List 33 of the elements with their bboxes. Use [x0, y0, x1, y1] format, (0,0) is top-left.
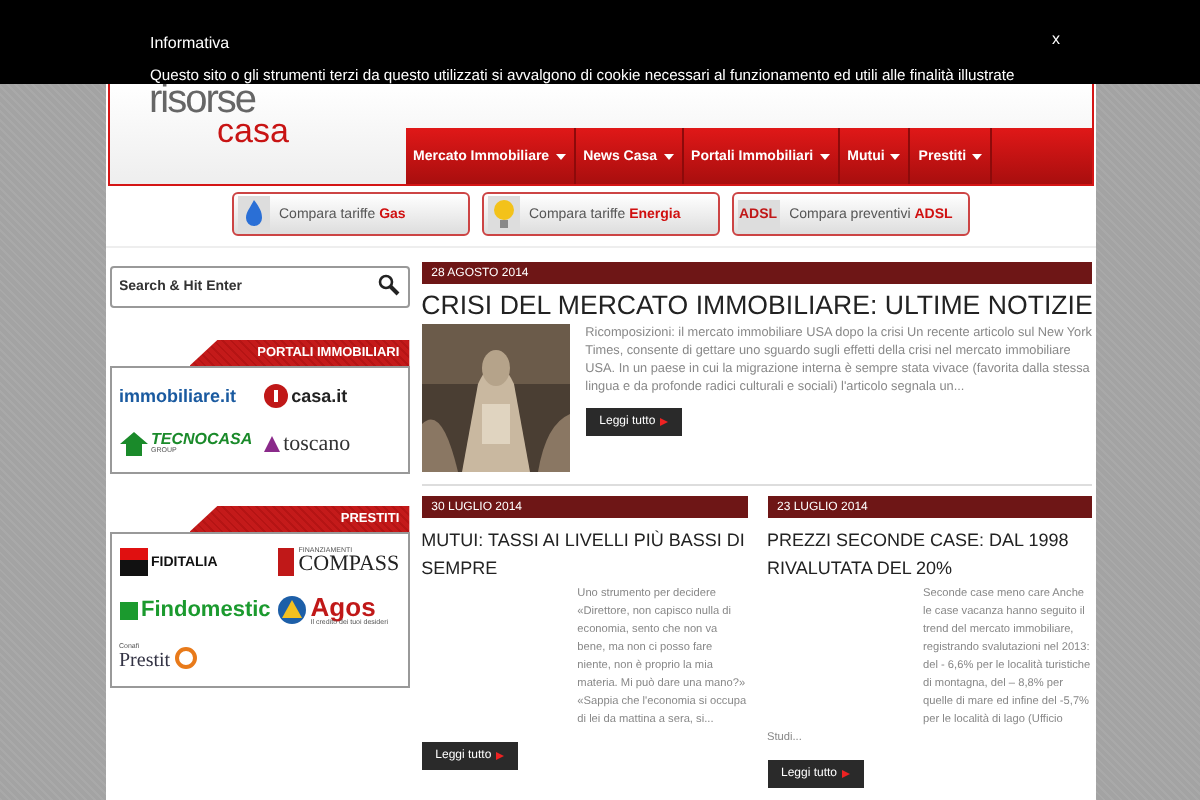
arrow-icon — [659, 418, 668, 426]
article-title[interactable]: MUTUI: TASSI AI LIVELLI PIÙ BASSI DI SEMPRE — [421, 526, 747, 582]
house-icon — [119, 432, 147, 456]
caret-icon — [555, 153, 566, 159]
brand-logo[interactable]: casa.it — [291, 387, 348, 405]
caret-icon — [663, 153, 674, 159]
logo-text[interactable]: casa — [217, 118, 405, 147]
triangle-icon — [278, 596, 307, 624]
lightbulb-icon — [487, 196, 519, 232]
brand-logo[interactable]: Prestit — [119, 651, 171, 672]
article-title[interactable]: PREZZI SECONDE CASE: DAL 1998 RIVALUTATA DEL 20% — [767, 526, 1093, 582]
banner-title: Informativa — [150, 34, 232, 52]
pin-icon — [263, 384, 288, 408]
ring-icon — [174, 646, 199, 670]
brand-logo[interactable]: Agos — [310, 593, 389, 620]
caret-icon — [819, 153, 830, 159]
search-icon — [377, 274, 400, 296]
brand-logo[interactable]: Findomestic — [141, 599, 271, 621]
close-button[interactable]: x — [1052, 30, 1060, 48]
brand-logo[interactable]: TECNOCASA — [151, 432, 253, 449]
arrow-icon — [841, 770, 850, 778]
arrow-icon — [495, 752, 504, 760]
caret-icon — [890, 153, 901, 159]
square-icon — [119, 548, 147, 576]
square-icon — [119, 601, 137, 619]
logo-text[interactable]: risorse — [149, 84, 405, 118]
brand-logo[interactable]: immobiliare.it — [119, 387, 237, 405]
brand-logo[interactable]: COMPASS — [298, 554, 400, 577]
emblem-icon — [278, 548, 295, 576]
caret-icon — [972, 153, 983, 159]
triangle-icon — [263, 436, 280, 452]
article-title[interactable]: CRISI DEL MERCATO IMMOBILIARE: ULTIME NOTIZIE — [421, 290, 1093, 320]
brand-logo[interactable]: toscano — [283, 433, 351, 455]
